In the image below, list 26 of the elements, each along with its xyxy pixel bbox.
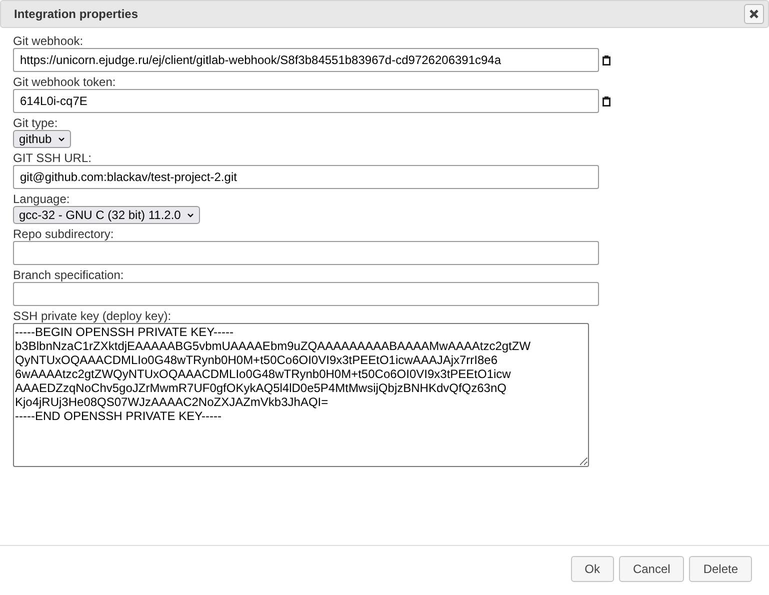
field-label: SSH private key (deploy key): — [13, 308, 172, 323]
text-field[interactable]: 614L0i-cq7E — [13, 89, 599, 113]
text-field[interactable]: git@github.com:blackav/test-project-2.git — [13, 165, 599, 189]
dropdown[interactable]: gcc-32 - GNU C (32 bit) 11.2.0 — [13, 206, 200, 224]
clipboard-icon[interactable] — [602, 96, 611, 106]
field-label: Git type: — [13, 115, 58, 130]
field-label: Git webhook token: — [13, 74, 117, 89]
dialog-title: Integration properties — [14, 6, 138, 23]
text-field[interactable]: https://unicorn.ejudge.ru/ej/client/gitlab-webhook/S8f3b84551b83967d-cd9726206391c94a — [13, 48, 599, 72]
clipboard-icon[interactable] — [602, 54, 611, 66]
close-icon — [749, 9, 759, 19]
field-label: GIT SSH URL: — [13, 150, 92, 165]
dialog-button[interactable]: Ok — [570, 556, 614, 582]
field-label: Git webhook: — [13, 33, 84, 48]
text-area[interactable]: -----BEGIN OPENSSH PRIVATE KEY----- b3BlbnNzaC1rZXktdjEAAAAABG5vbmUAAAAEbm9uZQAAAAAAAAABAAAAMwAAAAtzc2gtZW QyNTUxOQAAACDMLIo0G48wTRynb0H0M+t50Co6OI0VI9x3tPEEtO1icwAAAJAjx7rrI8e6 6wAAAAtzc2gtZWQyNTUxOQAAACDMLIo0G48wTRynb0H0M+t50Co6OI0VI9x3tPEEtO1icw AAAEDZzqNoChv5goJZrMwmR7UF0gfOKykAQ5l4lD0e5P4MtMwsijQbjzBNHKdvQfQz63nQ Kjo4jRUj3He08QS07WJzAAAAC2NoZXJAZmVkb3JhAQI= -----END OPENSSH PRIVATE KEY----- — [13, 323, 589, 467]
field-label: Language: — [13, 191, 70, 206]
text-field[interactable] — [13, 282, 599, 306]
field-label: Repo subdirectory: — [13, 226, 115, 241]
chevron-down-icon — [186, 212, 194, 218]
close-button[interactable] — [744, 4, 764, 24]
text-field[interactable] — [13, 241, 599, 265]
chevron-down-icon — [58, 136, 65, 142]
field-label: Branch specification: — [13, 267, 125, 282]
dialog-button[interactable]: Cancel — [618, 556, 684, 582]
dropdown[interactable]: github — [13, 130, 71, 148]
dialog-button[interactable]: Delete — [689, 556, 752, 582]
